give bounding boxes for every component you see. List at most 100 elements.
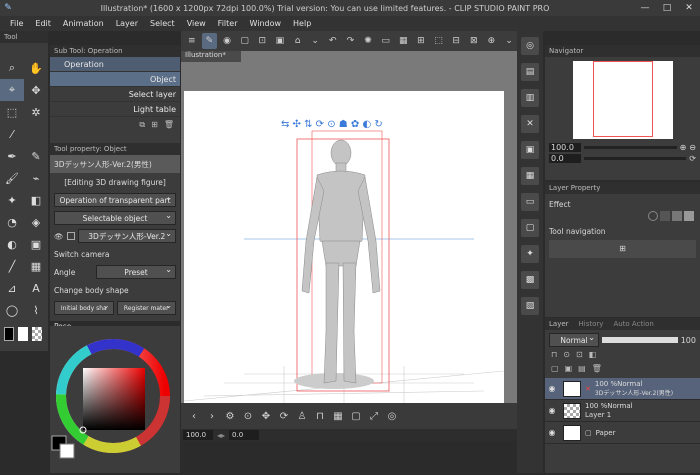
initial-body-button[interactable]: Initial body sha bbox=[54, 301, 114, 315]
opacity-slider[interactable] bbox=[602, 337, 678, 343]
navigator-zoom[interactable]: 100.0 bbox=[549, 143, 581, 152]
pencil-icon[interactable]: ✎ bbox=[24, 145, 48, 167]
ruler-icon[interactable]: ⊿ bbox=[0, 277, 24, 299]
layer-property-tab[interactable]: Layer Property bbox=[545, 182, 700, 194]
eyedropper-icon[interactable]: ⁄ bbox=[0, 123, 24, 145]
menu-layer[interactable]: Layer bbox=[116, 19, 138, 28]
checkbox[interactable] bbox=[66, 232, 75, 240]
close-button[interactable]: ✕ bbox=[678, 3, 700, 13]
border-effect-icon[interactable] bbox=[648, 211, 658, 221]
balloon-icon[interactable]: ◯ bbox=[0, 299, 24, 321]
register-material-button[interactable]: Register mater bbox=[116, 301, 176, 315]
ruler-icon[interactable]: ⊕ bbox=[484, 33, 500, 49]
opacity-value[interactable]: 100 bbox=[681, 336, 696, 345]
grid-icon[interactable]: ▦ bbox=[331, 411, 345, 422]
zoom-slider[interactable]: ◂▸ bbox=[217, 431, 225, 440]
layer-row[interactable]: ◉ 100 %Normal Layer 1 bbox=[545, 400, 700, 422]
chevron-left-icon[interactable]: ‹ bbox=[187, 411, 201, 422]
zoom-slider[interactable] bbox=[584, 146, 677, 149]
transparent-color[interactable] bbox=[32, 327, 42, 341]
menu-edit[interactable]: Edit bbox=[35, 19, 51, 28]
angle-slider[interactable] bbox=[584, 157, 687, 160]
eye-icon[interactable]: ◉ bbox=[545, 428, 559, 437]
blend-mode-select[interactable]: Normal bbox=[549, 333, 599, 347]
new-icon[interactable]: ▢ bbox=[237, 33, 253, 49]
navigator-angle[interactable]: 0.0 bbox=[549, 154, 581, 163]
frame-icon[interactable]: ▦ bbox=[24, 255, 48, 277]
subtool-item-object[interactable]: Object bbox=[50, 72, 180, 87]
sub-color[interactable] bbox=[18, 327, 28, 341]
loading-icon[interactable]: ✺ bbox=[360, 33, 376, 49]
clip-icon[interactable]: ⊓ bbox=[551, 350, 557, 364]
tab-auto-action[interactable]: Auto Action bbox=[613, 320, 653, 328]
chevron-down-icon[interactable]: ⌄ bbox=[501, 33, 517, 49]
new-vector-icon[interactable]: ▣ bbox=[565, 364, 573, 378]
figure-icon[interactable]: ♙ bbox=[295, 411, 309, 422]
layer-model-select[interactable]: 3Dデッサン人形-Ver.2 bbox=[77, 229, 176, 243]
subtool-item-light-table[interactable]: Light table bbox=[50, 102, 180, 117]
library-icon[interactable]: ▤ bbox=[521, 63, 539, 81]
eraser-icon[interactable]: ◧ bbox=[24, 189, 48, 211]
layer-color-icon[interactable] bbox=[672, 211, 682, 221]
pen-pressure-icon[interactable]: ✎ bbox=[201, 33, 218, 49]
auto-select-icon[interactable]: ✲ bbox=[24, 101, 48, 123]
lock-icon[interactable]: ⊡ bbox=[576, 350, 583, 364]
fill-icon[interactable]: ◈ bbox=[24, 211, 48, 233]
deselect-icon[interactable]: ⬚ bbox=[431, 33, 447, 49]
figure-icon[interactable]: ▣ bbox=[24, 233, 48, 255]
extract-line-icon[interactable] bbox=[684, 211, 694, 221]
tool-navigation-button[interactable]: ⊞ bbox=[549, 240, 696, 258]
new-subtool-icon[interactable]: ⊞ bbox=[151, 120, 158, 130]
lock-icon[interactable]: ⊓ bbox=[313, 411, 327, 422]
crop-icon[interactable]: ⊟ bbox=[448, 33, 464, 49]
selection-icon[interactable]: ⬚ bbox=[0, 101, 24, 123]
camera-angle-icon[interactable]: ◎ bbox=[385, 411, 399, 422]
operation-mode-select[interactable]: Operation of transparent part bbox=[54, 193, 176, 207]
redo-icon[interactable]: ↷ bbox=[343, 33, 359, 49]
clip-studio-icon[interactable]: ⌂ bbox=[290, 33, 306, 49]
pen-icon[interactable]: ✒ bbox=[0, 145, 24, 167]
navigator-preview[interactable] bbox=[572, 61, 673, 139]
layer-row[interactable]: ◉ ✕ 100 %Normal 3Dデッサン人形-Ver.2(男性) bbox=[545, 378, 700, 400]
minimize-button[interactable]: — bbox=[634, 3, 656, 13]
eye-icon[interactable]: 👁 bbox=[54, 232, 64, 241]
navigator-frame[interactable] bbox=[592, 61, 653, 137]
camera-icon[interactable]: ⊙ bbox=[241, 411, 255, 422]
display-icon[interactable]: ◉ bbox=[219, 33, 235, 49]
folder-icon[interactable]: ▥ bbox=[521, 89, 539, 107]
open-icon[interactable]: ⊡ bbox=[255, 33, 271, 49]
eye-icon[interactable]: ◉ bbox=[545, 406, 559, 415]
frame-icon[interactable]: ▢ bbox=[521, 219, 539, 237]
brush-icon[interactable]: 🖌 bbox=[0, 167, 24, 189]
grid-icon[interactable]: ▩ bbox=[521, 271, 539, 289]
menu-window[interactable]: Window bbox=[249, 19, 281, 28]
maximize-button[interactable]: □ bbox=[656, 3, 678, 13]
move-icon[interactable]: ✥ bbox=[24, 79, 48, 101]
operation-icon[interactable]: ⌖ bbox=[0, 79, 24, 101]
expand-icon[interactable]: ⤢ bbox=[367, 411, 381, 422]
layer-row[interactable]: ◉ ▢ Paper bbox=[545, 422, 700, 444]
clear-icon[interactable]: ▭ bbox=[378, 33, 394, 49]
close-icon[interactable]: ✕ bbox=[521, 115, 539, 133]
image-icon[interactable]: ▦ bbox=[521, 167, 539, 185]
zoom-in-icon[interactable]: ⊕ bbox=[680, 143, 687, 152]
rotate-icon[interactable]: ⟳ bbox=[277, 411, 291, 422]
status-zoom[interactable]: 100.0 bbox=[183, 430, 213, 440]
undo-icon[interactable]: ↶ bbox=[325, 33, 341, 49]
new-layer-icon[interactable]: ▢ bbox=[551, 364, 559, 378]
subtool-item-select-layer[interactable]: Select layer bbox=[50, 87, 180, 102]
subtool-tab[interactable]: Sub Tool: Operation bbox=[50, 45, 180, 57]
gradient-icon[interactable]: ◐ bbox=[0, 233, 24, 255]
menu-view[interactable]: View bbox=[187, 19, 206, 28]
angle-select[interactable]: Preset bbox=[96, 265, 176, 279]
mask-icon[interactable]: ◧ bbox=[589, 350, 597, 364]
reference-icon[interactable]: ⊙ bbox=[563, 350, 570, 364]
wrench-icon[interactable]: ⚙ bbox=[223, 411, 237, 422]
menu-icon[interactable]: ≡ bbox=[184, 33, 200, 49]
tab-layer[interactable]: Layer bbox=[549, 320, 569, 328]
hand-icon[interactable]: ✋ bbox=[24, 57, 48, 79]
pattern-icon[interactable]: ▧ bbox=[521, 297, 539, 315]
material-icon[interactable]: ◎ bbox=[521, 37, 539, 55]
transform-icon[interactable]: ⊞ bbox=[413, 33, 429, 49]
delete-layer-icon[interactable]: 🗑 bbox=[592, 364, 602, 378]
